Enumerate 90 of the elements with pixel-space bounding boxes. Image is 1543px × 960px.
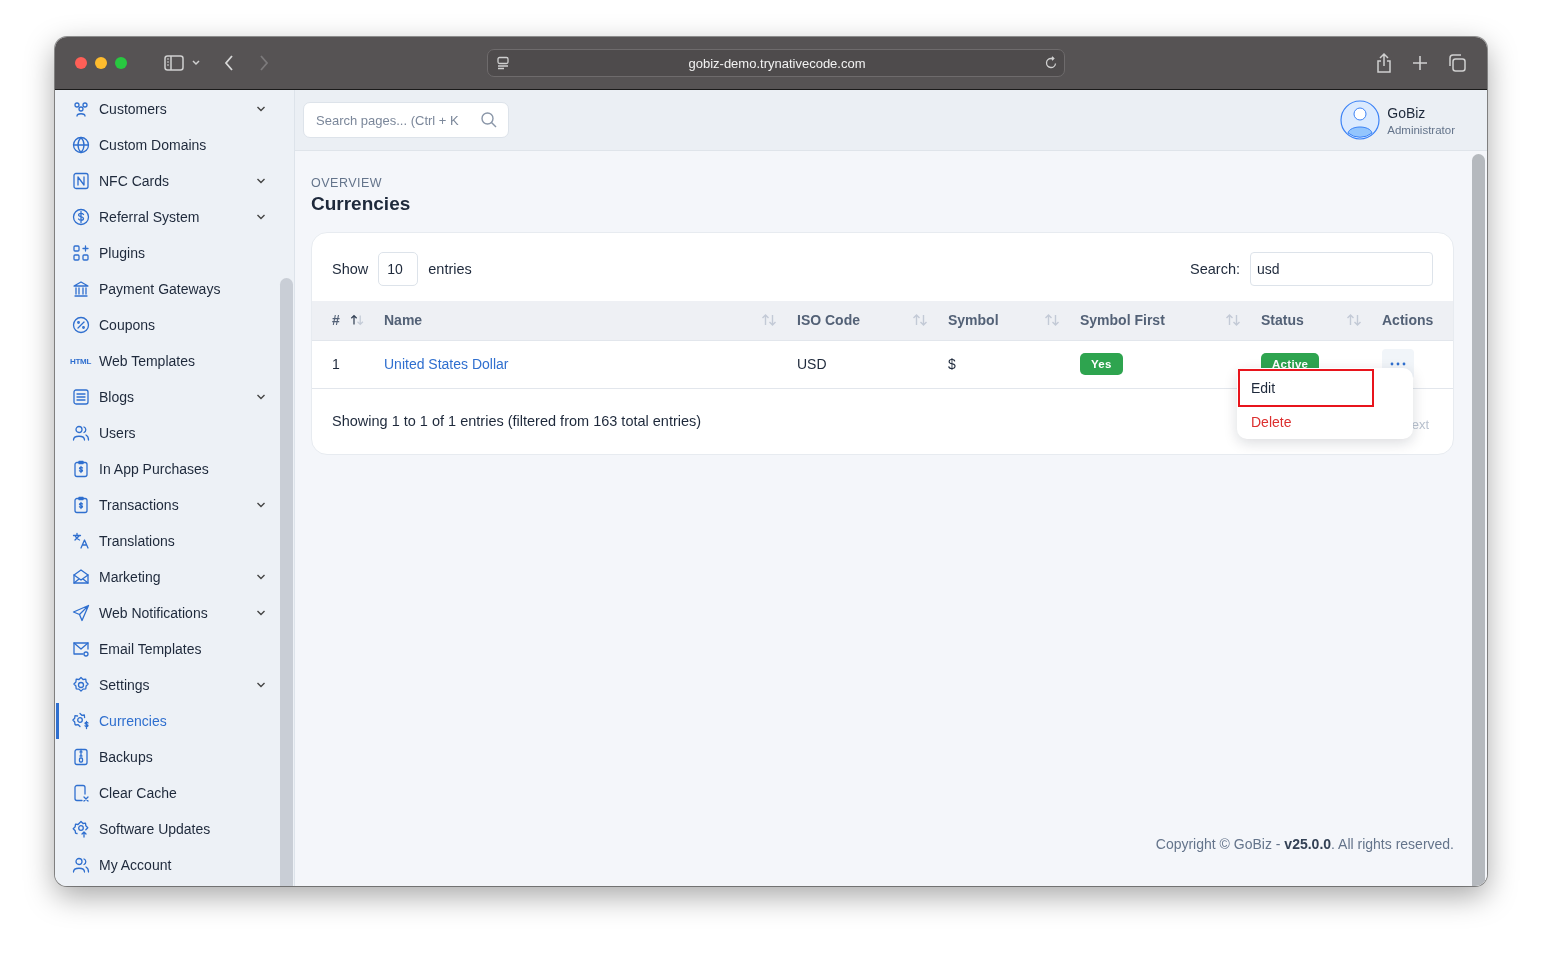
page-size-select[interactable]: 10 (378, 252, 419, 286)
yes-badge: Yes (1080, 353, 1123, 375)
bank-icon (72, 280, 90, 298)
sidebar-item[interactable]: Marketing (55, 559, 280, 595)
sidebar-item[interactable]: Translations (55, 523, 280, 559)
people-icon (72, 100, 90, 118)
url-text: gobiz-demo.trynativecode.com (687, 55, 867, 71)
sidebar-item[interactable]: Coupons (55, 307, 280, 343)
copyright-text: Copyright © GoBiz - v25.0.0. All rights reserved. (1155, 836, 1454, 852)
receipt-icon (72, 496, 90, 514)
back-icon[interactable] (223, 54, 235, 72)
sidebar-item[interactable]: Software Updates (55, 811, 280, 847)
address-bar[interactable]: gobiz-demo.trynativecode.com (487, 49, 1065, 77)
scrollbar[interactable] (280, 278, 293, 886)
more-icon (1390, 362, 1406, 366)
scrollbar[interactable] (1472, 154, 1485, 886)
minimize-icon[interactable] (95, 57, 107, 69)
settings-icon (72, 676, 90, 694)
phone-x-icon (72, 784, 90, 802)
column-header[interactable]: Status (1261, 312, 1304, 329)
sidebar-item[interactable]: Customers (55, 91, 280, 127)
percent-icon (72, 316, 90, 334)
user-name: GoBiz (1387, 104, 1427, 121)
sidebar-item[interactable]: Payment Gateways (55, 271, 280, 307)
table-info: Showing 1 to 1 of 1 entries (filtered from 163 total entries) (332, 413, 702, 429)
show-label: Show (332, 261, 369, 277)
sidebar-item[interactable]: My Account (55, 847, 280, 883)
search-icon (480, 111, 498, 129)
column-header[interactable]: Symbol (948, 312, 999, 329)
sidebar-toggle-icon[interactable] (163, 54, 185, 72)
sidebar-item[interactable]: In App Purchases (55, 451, 280, 487)
page-icon (496, 56, 510, 70)
tabs-icon[interactable] (1447, 53, 1467, 73)
search-field[interactable]: Search pages... (Ctrl + K (303, 102, 509, 138)
mail-gear-icon (72, 640, 90, 658)
sidebar-item[interactable]: Custom Domains (55, 127, 280, 163)
sidebar-item[interactable]: Backups (55, 739, 280, 775)
menu-item[interactable]: Edit (1238, 369, 1374, 407)
translate-icon (72, 532, 90, 550)
user-role: Administrator (1387, 123, 1455, 136)
globe-icon (72, 136, 90, 154)
column-header[interactable]: ISO Code (797, 312, 860, 329)
reload-icon[interactable] (1044, 56, 1058, 70)
column-header[interactable]: Symbol First (1080, 312, 1165, 329)
sidebar-item[interactable]: Email Templates (55, 631, 280, 667)
grid-icon (72, 244, 90, 262)
sidebar-item[interactable]: NFC Cards (55, 163, 280, 199)
dollar-icon (72, 208, 90, 226)
avatar-icon[interactable] (1340, 100, 1381, 140)
sidebar-item[interactable]: Blogs (55, 379, 280, 415)
file-zip-icon (72, 748, 90, 766)
sidebar-item[interactable]: Referral System (55, 199, 280, 235)
column-header[interactable]: # (332, 312, 340, 329)
close-icon[interactable] (75, 57, 87, 69)
sort-icon[interactable] (349, 313, 364, 328)
table-cell: USD (797, 356, 827, 372)
table-cell: 1 (332, 356, 340, 372)
gear-arrow-icon (72, 820, 90, 838)
sidebar-item[interactable]: Clear Cache (55, 775, 280, 811)
receipt-icon (72, 460, 90, 478)
nfc-icon (72, 172, 90, 190)
entries-label: entries (428, 261, 472, 277)
column-header[interactable]: Name (384, 312, 423, 329)
sidebar-item[interactable]: Settings (55, 667, 280, 703)
send-icon (72, 604, 90, 622)
sidebar-item[interactable]: Transactions (55, 487, 280, 523)
sidebar-item[interactable]: Currencies (55, 703, 280, 739)
table-search-field[interactable]: usd (1250, 252, 1433, 286)
sidebar-item[interactable]: HTML Web Templates (55, 343, 280, 379)
forward-icon[interactable] (258, 54, 270, 72)
sidebar-item[interactable]: Users (55, 415, 280, 451)
page-eyebrow: OVERVIEW (311, 176, 384, 190)
users-icon (72, 856, 90, 874)
column-header[interactable]: Actions (1382, 312, 1434, 329)
users-icon (72, 424, 90, 442)
html-icon: HTML (70, 356, 90, 366)
gear-dollar-icon (72, 712, 90, 730)
plus-icon[interactable] (1411, 54, 1429, 72)
chevron-down-icon[interactable] (191, 59, 201, 67)
share-icon[interactable] (1375, 52, 1393, 74)
sidebar-item[interactable]: Web Notifications (55, 595, 280, 631)
table-cell: $ (948, 356, 956, 372)
envelope-icon (72, 568, 90, 586)
search-label: Search: (1190, 261, 1240, 277)
menu-item[interactable]: Delete (1238, 407, 1374, 437)
list-icon (72, 388, 90, 406)
page-title: Currencies (311, 193, 412, 215)
currency-link[interactable]: United States Dollar (384, 356, 509, 372)
sidebar-item[interactable]: Plugins (55, 235, 280, 271)
maximize-icon[interactable] (115, 57, 127, 69)
